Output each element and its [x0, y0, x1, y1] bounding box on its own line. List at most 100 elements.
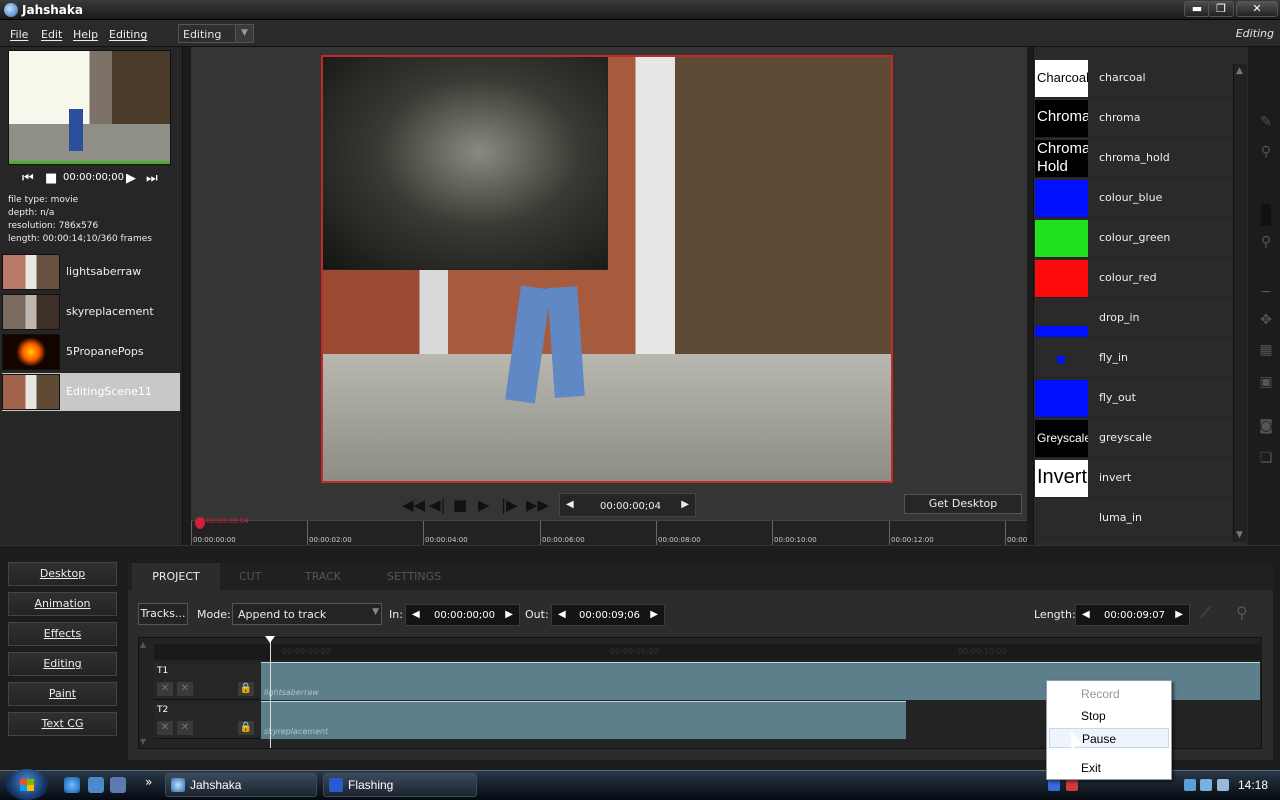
network-icon[interactable]: [1200, 779, 1212, 791]
playhead-handle-icon[interactable]: [265, 636, 275, 643]
volume-icon[interactable]: [1217, 779, 1229, 791]
mute-icon[interactable]: ✕: [157, 721, 173, 735]
arrow-right-icon[interactable]: ▶: [505, 609, 513, 620]
clock[interactable]: 14:18: [1238, 778, 1268, 792]
taskbar-item-jahshaka[interactable]: Jahshaka: [165, 773, 317, 797]
lock-icon[interactable]: 🔒: [238, 682, 254, 696]
menu-edit[interactable]: Edit: [41, 28, 62, 41]
arrow-left-icon[interactable]: ◀: [566, 499, 574, 510]
menu-help[interactable]: Help: [73, 28, 98, 41]
scroll-down-icon[interactable]: ▼: [1236, 530, 1243, 540]
tab-project[interactable]: PROJECT: [132, 563, 220, 591]
camera-icon[interactable]: ◙: [1256, 418, 1276, 436]
arrow-right-icon[interactable]: ▶: [681, 499, 689, 510]
clip-item-lightsaberraw[interactable]: lightsaberraw: [2, 253, 180, 291]
scroll-up-icon[interactable]: ▲: [1236, 66, 1243, 76]
menu-editing[interactable]: Editing: [109, 28, 147, 41]
maximize-button[interactable]: ❐: [1208, 1, 1234, 17]
nav-effects-button[interactable]: Effects: [8, 622, 117, 646]
razor-icon[interactable]: ⟋: [1200, 603, 1211, 623]
tracks-button[interactable]: Tracks...: [138, 603, 188, 625]
track-header-t2[interactable]: T2 ✕ ✕ 🔒: [154, 701, 260, 739]
zoom-icon[interactable]: ⚲: [1256, 144, 1276, 162]
effects-scrollbar[interactable]: ▲ ▼: [1233, 64, 1247, 542]
desktop-icon[interactable]: [88, 777, 104, 793]
menu-item-record[interactable]: Record: [1081, 687, 1120, 701]
monitor-icon[interactable]: ▣: [1256, 374, 1276, 392]
nav-animation-button[interactable]: Animation: [8, 592, 117, 616]
menu-file[interactable]: File: [10, 28, 28, 41]
stop-icon[interactable]: ■: [45, 171, 57, 186]
wand-icon[interactable]: ✎: [1256, 114, 1276, 132]
effect-item-charcoal[interactable]: Charcoal charcoal: [1035, 59, 1231, 98]
mode-select[interactable]: Append to track ▼: [232, 603, 382, 625]
timeline-clip-t2[interactable]: skyreplacement: [261, 701, 906, 739]
track-header-t1[interactable]: T1 ✕ ✕ 🔒: [154, 662, 260, 700]
video-viewer[interactable]: [321, 55, 893, 483]
arrow-left-icon[interactable]: ◀: [1082, 609, 1090, 620]
ie-icon[interactable]: [64, 777, 80, 793]
switch-windows-icon[interactable]: [110, 777, 126, 793]
slider-handle[interactable]: [1261, 204, 1271, 226]
effect-item-fly-in[interactable]: fly_in: [1035, 339, 1231, 378]
fast-forward-icon[interactable]: ▶▶: [526, 496, 549, 514]
arrow-left-icon[interactable]: ◀: [558, 609, 566, 620]
scroll-up-icon[interactable]: ▲: [140, 640, 146, 649]
effect-item-luma-in[interactable]: luma_in: [1035, 499, 1231, 538]
tray-icon[interactable]: [1048, 779, 1060, 791]
viewer-timecode[interactable]: ◀ 00:00:00;04 ▶: [559, 493, 696, 517]
get-desktop-button[interactable]: Get Desktop: [904, 494, 1022, 514]
close-button[interactable]: ✕: [1236, 1, 1278, 17]
effect-item-chroma[interactable]: Chroma chroma: [1035, 99, 1231, 138]
effect-item-greyscale[interactable]: Greyscale greyscale: [1035, 419, 1231, 458]
arrow-right-icon[interactable]: ▶: [650, 609, 658, 620]
arrow-right-icon[interactable]: ▶: [1175, 609, 1183, 620]
effect-item-chroma-hold[interactable]: Chroma Hold chroma_hold: [1035, 139, 1231, 178]
step-forward-icon[interactable]: |▶: [501, 496, 518, 514]
menu-item-exit[interactable]: Exit: [1081, 761, 1101, 775]
length-timecode[interactable]: ◀ 00:00:09:07 ▶: [1075, 604, 1190, 626]
search-icon[interactable]: ⚲: [1256, 234, 1276, 252]
timeline-playhead[interactable]: [270, 640, 271, 748]
in-timecode[interactable]: ◀ 00:00:00;00 ▶: [405, 604, 520, 626]
minimize-button[interactable]: ▬: [1184, 1, 1210, 17]
effect-item-colour-blue[interactable]: colour_blue: [1035, 179, 1231, 218]
taskbar-item-flashing[interactable]: Flashing: [323, 773, 477, 797]
nav-textcg-button[interactable]: Text CG: [8, 712, 117, 736]
mode-dropdown[interactable]: Editing ▼: [178, 24, 254, 43]
effect-item-drop-in[interactable]: drop_in: [1035, 299, 1231, 338]
viewer-ruler[interactable]: 00:00:00:00 00:00:02:00 00:00:04:00 00:0…: [191, 520, 1027, 546]
go-start-icon[interactable]: ⏮: [22, 171, 34, 186]
solo-icon[interactable]: ✕: [177, 721, 193, 735]
rewind-icon[interactable]: ◀◀: [402, 496, 425, 514]
effect-item-colour-red[interactable]: colour_red: [1035, 259, 1231, 298]
nav-editing-button[interactable]: Editing: [8, 652, 117, 676]
out-timecode[interactable]: ◀ 00:00:09;06 ▶: [551, 604, 665, 626]
solo-icon[interactable]: ✕: [177, 682, 193, 696]
tray-icon[interactable]: [1184, 779, 1196, 791]
mute-icon[interactable]: ✕: [157, 682, 173, 696]
zoom-icon[interactable]: ⚲: [1236, 603, 1248, 622]
go-end-icon[interactable]: ⏭: [146, 171, 158, 186]
nav-desktop-button[interactable]: Desktop: [8, 562, 117, 586]
grid-icon[interactable]: ▦: [1256, 342, 1276, 360]
play-icon[interactable]: ▶: [126, 171, 136, 186]
more-quicklaunch-icon[interactable]: »: [145, 775, 152, 789]
nav-paint-button[interactable]: Paint: [8, 682, 117, 706]
play-icon[interactable]: ▶: [478, 496, 490, 514]
clip-item-skyreplacement[interactable]: skyreplacement: [2, 293, 180, 331]
tab-cut[interactable]: CUT: [239, 570, 261, 583]
layers-icon[interactable]: ❏: [1256, 450, 1276, 468]
timeline-ruler[interactable]: 00:00:00:00 00:00:05:00 00:00:10:00: [154, 644, 1262, 660]
clip-item-editingscene11[interactable]: EditingScene11: [2, 373, 180, 411]
effect-item-fly-out[interactable]: fly_out: [1035, 379, 1231, 418]
effect-item-invert[interactable]: Invert invert: [1035, 459, 1231, 498]
tab-settings[interactable]: SETTINGS: [387, 570, 441, 583]
tab-track[interactable]: TRACK: [305, 570, 341, 583]
scroll-down-icon[interactable]: ▼: [140, 737, 146, 746]
lock-icon[interactable]: 🔒: [238, 721, 254, 735]
stop-icon[interactable]: ■: [453, 496, 467, 514]
move-icon[interactable]: ✥: [1256, 312, 1276, 330]
minus-icon[interactable]: −: [1256, 284, 1276, 302]
effect-item-colour-green[interactable]: colour_green: [1035, 219, 1231, 258]
